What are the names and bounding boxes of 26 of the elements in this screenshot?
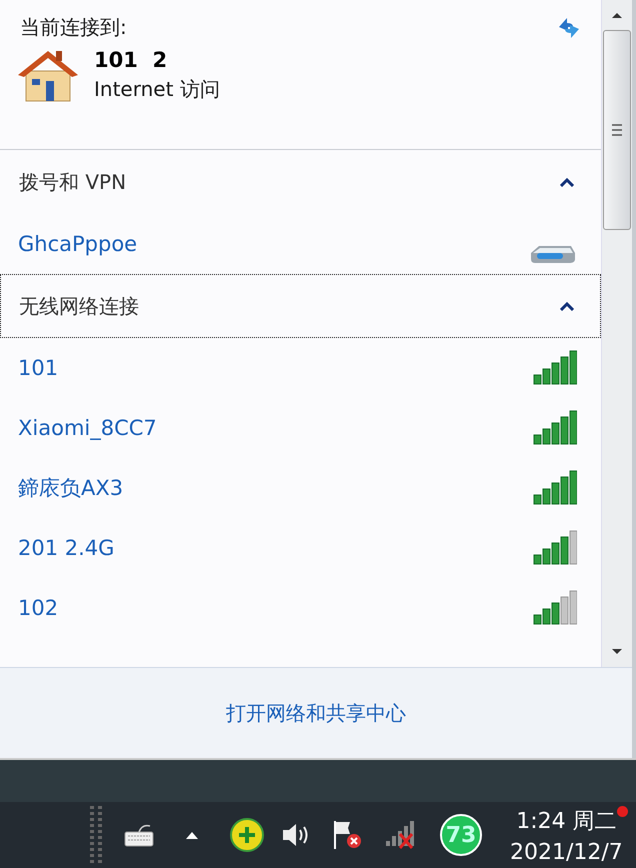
chevron-icon: [560, 302, 574, 310]
show-hidden-icons-button[interactable]: [184, 830, 200, 840]
network-name: 101 2: [94, 48, 168, 72]
wifi-network-item[interactable]: 201 2.4G: [0, 518, 601, 578]
wifi-network-item[interactable]: Xiaomi_8CC7: [0, 398, 601, 458]
section-header[interactable]: 拨号和 VPN: [0, 150, 601, 214]
scroll-down-icon[interactable]: [610, 647, 624, 657]
chevron-icon: [560, 178, 574, 186]
scrollbar[interactable]: [601, 0, 632, 667]
wifi-network-item[interactable]: 102: [0, 578, 601, 638]
clock-date[interactable]: 2021/12/7: [510, 840, 623, 864]
wifi-network-item[interactable]: 鍗庡负AX3: [0, 458, 601, 518]
section-header[interactable]: 无线网络连接: [0, 274, 601, 338]
modem-icon: [529, 243, 577, 265]
clock-time[interactable]: 1:24 周二: [516, 806, 617, 836]
connection-item[interactable]: GhcaPppoe: [0, 214, 601, 274]
notification-dot: [617, 806, 628, 817]
scroll-up-icon[interactable]: [610, 10, 624, 20]
current-connection-heading: 当前连接到:: [20, 14, 127, 41]
access-status: Internet 访问: [94, 76, 220, 102]
plus-circle-icon[interactable]: [230, 818, 264, 852]
wifi-network-item[interactable]: 101: [0, 338, 601, 398]
keyboard-icon[interactable]: [124, 822, 154, 848]
scrollbar-thumb[interactable]: [603, 30, 631, 230]
network-sharing-center-link[interactable]: 打开网络和共享中心: [226, 700, 406, 726]
flag-error-icon[interactable]: [332, 819, 362, 851]
